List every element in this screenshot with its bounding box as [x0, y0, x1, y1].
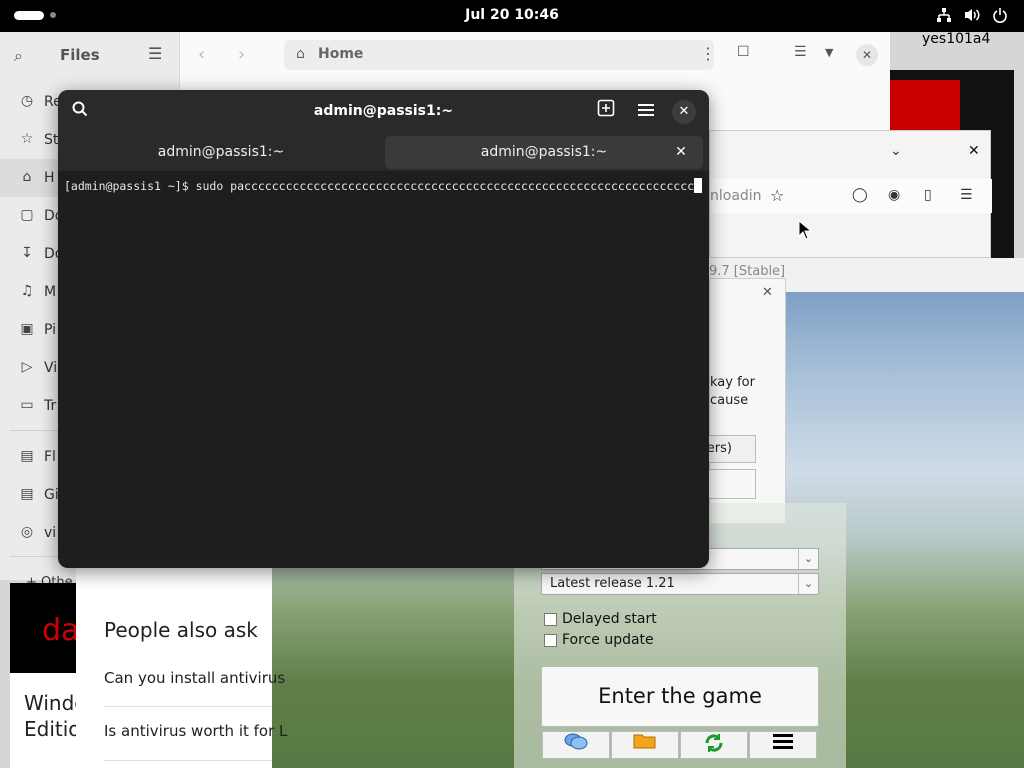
chevron-down-icon[interactable]: ▼	[825, 46, 833, 59]
terminal-window[interactable]: admin@passis1:~ ✕ admin@passis1:~ admin@…	[58, 90, 709, 568]
disc-icon: ◎	[20, 524, 34, 540]
terminal-output[interactable]: [admin@passis1 ~]$ sudo pacccccccccccccc…	[64, 178, 704, 195]
drive-icon: ▤	[20, 448, 34, 464]
list-view-icon[interactable]: ☰	[794, 44, 807, 60]
search-results-page: People also ask Can you install antiviru…	[76, 568, 287, 768]
network-icon[interactable]	[934, 7, 954, 25]
menu-icon[interactable]	[632, 98, 660, 126]
chevron-down-icon: ⌄	[798, 549, 818, 569]
force-update-checkbox[interactable]	[544, 634, 557, 647]
question-item[interactable]: Can you install antivirus	[104, 669, 285, 687]
mouse-pointer-icon	[798, 219, 813, 240]
chevron-down-icon[interactable]: ⌄	[890, 143, 902, 159]
text-cursor	[694, 178, 703, 193]
people-also-ask-heading: People also ask	[104, 618, 258, 642]
music-icon: ♫	[20, 283, 34, 299]
question-item[interactable]: Is antivirus worth it for L	[104, 722, 287, 740]
version-select[interactable]: Latest release 1.21 ⌄	[541, 573, 819, 595]
home-icon: ⌂	[296, 46, 305, 62]
delayed-start-label: Delayed start	[562, 611, 657, 627]
path-label: Home	[318, 46, 364, 62]
delayed-start-checkbox[interactable]	[544, 613, 557, 626]
terminal-header: admin@passis1:~ ✕	[58, 90, 709, 134]
force-update-label: Force update	[562, 632, 654, 648]
refresh-icon[interactable]	[680, 731, 748, 759]
account-icon[interactable]: ◉	[888, 187, 900, 203]
clock[interactable]: Jul 20 10:46	[0, 7, 1024, 23]
close-tab-icon[interactable]: ✕	[673, 144, 689, 160]
user-label: yes101a4	[922, 31, 991, 47]
files-header: ⌕ Files ☰	[0, 32, 180, 78]
more-options-icon[interactable]: ⋮	[700, 44, 716, 63]
menu-icon[interactable]: ☰	[960, 187, 973, 203]
close-icon[interactable]: ✕	[672, 100, 696, 124]
path-bar[interactable]: ⌂ Home	[284, 40, 714, 70]
extensions-icon[interactable]: ▯	[924, 187, 932, 203]
back-icon[interactable]: ‹	[198, 44, 205, 65]
volume-icon[interactable]	[962, 7, 982, 25]
article-thumbnail[interactable]: Windo Edition	[10, 673, 93, 768]
close-icon[interactable]: ✕	[762, 285, 773, 300]
divider	[104, 706, 272, 707]
close-icon[interactable]: ✕	[856, 44, 878, 66]
chat-icon[interactable]	[542, 731, 610, 759]
menu-icon[interactable]: ☰	[148, 44, 162, 63]
forward-icon[interactable]: ›	[238, 44, 245, 65]
command-text: sudo paccccccccccccccccccccccccccccccccc…	[195, 179, 695, 193]
url-text: nloadin	[710, 188, 762, 204]
bookmark-star-icon[interactable]: ☆	[770, 186, 784, 205]
tab-1[interactable]: admin@passis1:~	[60, 136, 382, 169]
folder-icon[interactable]	[611, 731, 679, 759]
chevron-down-icon: ⌄	[798, 574, 818, 594]
video-icon: ▷	[21, 359, 33, 375]
trash-icon: ▭	[20, 397, 34, 413]
clock-icon: ◷	[20, 93, 34, 109]
pocket-icon[interactable]: ◯	[852, 187, 868, 203]
browser-window: ⌄ ✕ nloadin ☆ ◯ ◉ ▯ ☰	[709, 130, 992, 258]
download-icon: ↧	[21, 245, 33, 261]
enter-game-button[interactable]: Enter the game	[541, 666, 819, 727]
dialog-window: ✕ kay for cause sers)	[700, 278, 786, 524]
star-icon: ☆	[20, 131, 34, 147]
drive-icon: ▤	[20, 486, 34, 502]
browser-urlbar[interactable]: nloadin ☆ ◯ ◉ ▯ ☰	[710, 179, 992, 213]
power-icon[interactable]	[990, 7, 1010, 25]
new-tab-icon[interactable]	[592, 98, 620, 126]
menu-icon[interactable]	[749, 731, 817, 759]
top-bar: Jul 20 10:46	[0, 0, 1024, 32]
folder-search-icon[interactable]: ☐	[737, 44, 750, 60]
home-icon: ⌂	[22, 169, 32, 185]
files-title: Files	[60, 46, 100, 64]
document-icon: ▢	[20, 207, 34, 223]
search-icon[interactable]: ⌕	[14, 46, 23, 66]
picture-icon: ▣	[20, 321, 34, 337]
files-toolbar: ‹ › ⌂ Home ⋮ ☐ ☰ ▼ ✕	[180, 32, 890, 78]
divider	[104, 760, 272, 761]
close-icon[interactable]: ✕	[968, 143, 980, 159]
prompt: [admin@passis1 ~]$	[64, 179, 196, 193]
terminal-tab-bar: admin@passis1:~ admin@passis1:~ ✕	[58, 134, 709, 171]
video-thumbnail[interactable]: da	[10, 583, 79, 673]
tab-2[interactable]: admin@passis1:~	[385, 136, 703, 169]
